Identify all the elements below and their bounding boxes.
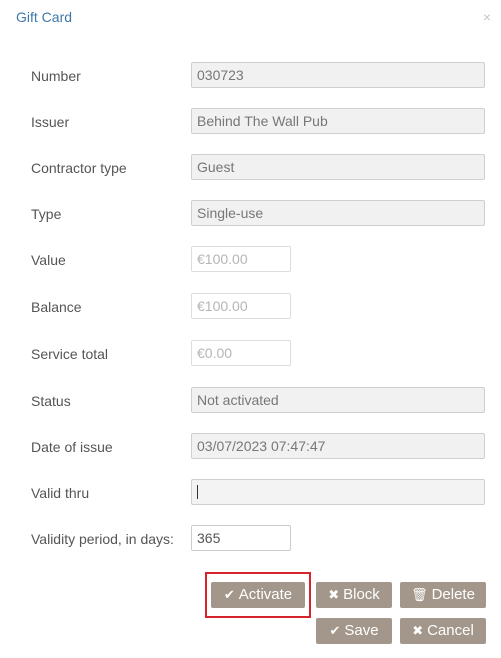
activate-button[interactable]: ✔ Activate — [211, 582, 305, 608]
trash-icon: 🗑 — [411, 587, 428, 602]
type-label: Type — [31, 206, 62, 222]
text-cursor — [197, 485, 198, 500]
x-icon: ✖ — [412, 623, 424, 638]
save-button[interactable]: ✔ Save — [316, 618, 392, 644]
date-of-issue-row: Date of issue 03/07/2023 07:47:47 — [0, 433, 501, 461]
value-row: Value €100.00 — [0, 246, 501, 274]
value-label: Value — [31, 252, 66, 268]
contractor-type-label: Contractor type — [31, 160, 127, 176]
status-field: Not activated — [191, 387, 485, 413]
number-row: Number 030723 — [0, 62, 501, 90]
issuer-label: Issuer — [31, 114, 70, 130]
type-field: Single-use — [191, 200, 485, 226]
close-icon[interactable]: × — [483, 9, 491, 25]
contractor-type-field: Guest — [191, 154, 485, 180]
check-icon: ✔ — [223, 587, 235, 602]
block-button[interactable]: ✖ Block — [316, 582, 392, 608]
block-label: Block — [343, 586, 380, 603]
number-field: 030723 — [191, 62, 485, 88]
balance-row: Balance €100.00 — [0, 293, 501, 321]
save-label: Save — [344, 622, 379, 639]
status-label: Status — [31, 393, 71, 409]
balance-field: €100.00 — [191, 293, 291, 319]
delete-label: Delete — [431, 586, 475, 603]
date-of-issue-field: 03/07/2023 07:47:47 — [191, 433, 485, 459]
status-row: Status Not activated — [0, 387, 501, 415]
validity-period-input[interactable]: 365 — [191, 525, 291, 551]
validity-period-label: Validity period, in days: — [31, 531, 174, 547]
date-of-issue-label: Date of issue — [31, 439, 113, 455]
type-row: Type Single-use — [0, 200, 501, 228]
check-icon: ✔ — [329, 623, 341, 638]
validity-period-row: Validity period, in days: 365 — [0, 525, 501, 553]
valid-thru-input[interactable] — [191, 479, 485, 505]
number-label: Number — [31, 68, 81, 84]
service-total-label: Service total — [31, 346, 109, 362]
service-total-row: Service total €0.00 — [0, 340, 501, 368]
dialog-title: Gift Card — [16, 9, 73, 25]
service-total-field: €0.00 — [191, 340, 291, 366]
contractor-type-row: Contractor type Guest — [0, 154, 501, 182]
valid-thru-row: Valid thru — [0, 479, 501, 507]
cancel-button[interactable]: ✖ Cancel — [400, 618, 486, 644]
activate-label: Activate — [238, 586, 293, 603]
valid-thru-label: Valid thru — [31, 485, 90, 501]
issuer-field: Behind The Wall Pub — [191, 108, 485, 134]
issuer-row: Issuer Behind The Wall Pub — [0, 108, 501, 136]
cancel-label: Cancel — [427, 622, 474, 639]
value-field: €100.00 — [191, 246, 291, 272]
x-icon: ✖ — [328, 587, 340, 602]
delete-button[interactable]: 🗑 Delete — [400, 582, 486, 608]
balance-label: Balance — [31, 299, 82, 315]
